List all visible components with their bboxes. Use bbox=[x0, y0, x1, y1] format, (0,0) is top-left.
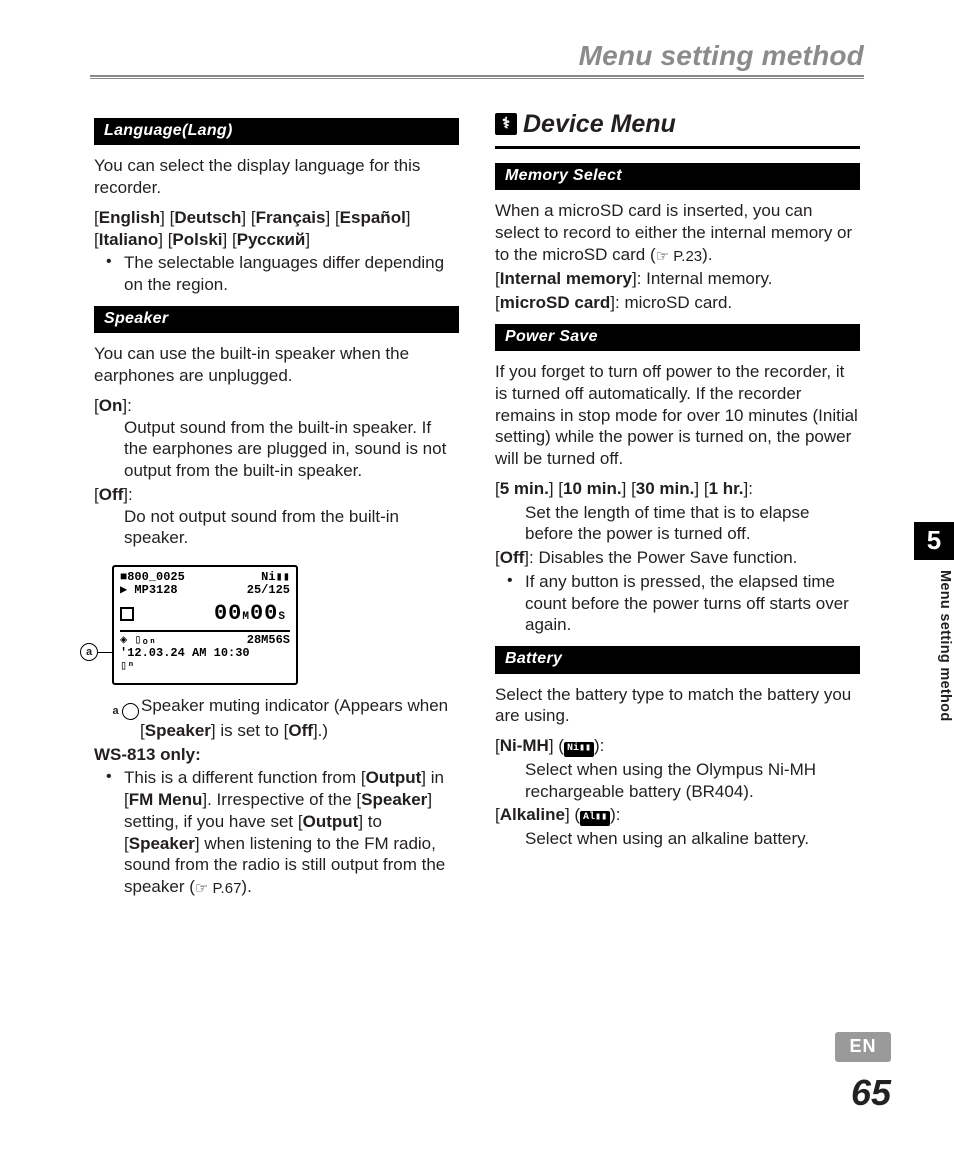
device-menu-icon: ⚕ bbox=[495, 113, 517, 135]
language-intro: You can select the display language for … bbox=[94, 155, 459, 199]
speaker-off-label: [Off]: bbox=[94, 484, 459, 506]
pointer-icon: ☞ P.67 bbox=[195, 879, 242, 898]
inline-circle-a: a bbox=[122, 703, 139, 720]
language-notes: The selectable languages differ dependin… bbox=[94, 252, 459, 296]
powersave-times: [5 min.] [10 min.] [30 min.] [1 hr.]: bbox=[495, 478, 860, 500]
section-bar-memory: Memory Select bbox=[495, 163, 860, 190]
memory-opt-sd: [microSD card]: microSD card. bbox=[495, 292, 860, 314]
chapter-tab: 5 bbox=[914, 522, 954, 560]
section-bar-powersave: Power Save bbox=[495, 324, 860, 351]
stop-icon bbox=[120, 607, 134, 621]
content-columns: Language(Lang) You can select the displa… bbox=[94, 108, 860, 906]
device-menu-heading: ⚕ Device Menu bbox=[495, 108, 860, 140]
speaker-on-label: [On]: bbox=[94, 395, 459, 417]
lcd-screen: ■800_0025 Ni▮▮ ▶ MP3128 25/125 00M00S ◈ … bbox=[112, 565, 298, 685]
callout-circle-a: a bbox=[80, 643, 98, 661]
powersave-note: If any button is pressed, the elapsed ti… bbox=[501, 571, 860, 636]
speaker-on-desc: Output sound from the built-in speaker. … bbox=[94, 417, 459, 482]
battery-nimh-desc: Select when using the Olympus Ni-MH rech… bbox=[495, 759, 860, 803]
battery-alk-icon: Al▮▮ bbox=[580, 811, 610, 826]
device-menu-title: Device Menu bbox=[523, 108, 676, 140]
lcd-datetime: '12.03.24 AM 10:30 bbox=[120, 647, 290, 660]
callout-leader-line bbox=[98, 652, 112, 653]
page-title: Menu setting method bbox=[579, 38, 864, 74]
battery-intro: Select the battery type to match the bat… bbox=[495, 684, 860, 728]
language-note: The selectable languages differ dependin… bbox=[100, 252, 459, 296]
left-column: Language(Lang) You can select the displa… bbox=[94, 108, 459, 906]
language-options: [English] [Deutsch] [Français] [Español]… bbox=[94, 207, 459, 251]
powersave-notes: If any button is pressed, the elapsed ti… bbox=[495, 571, 860, 636]
powersave-off: [Off]: Disables the Power Save function. bbox=[495, 547, 860, 569]
speaker-off-desc: Do not output sound from the built-in sp… bbox=[94, 506, 459, 550]
chapter-tab-label: Menu setting method bbox=[914, 566, 954, 766]
ws813-note: This is a different function from [Outpu… bbox=[100, 767, 459, 898]
section-bar-language: Language(Lang) bbox=[94, 118, 459, 145]
language-badge: EN bbox=[835, 1032, 891, 1062]
powersave-times-desc: Set the length of time that is to elapse… bbox=[495, 502, 860, 546]
lcd-speaker-status: ◈ ▯ₒₙ bbox=[120, 634, 156, 647]
device-menu-underline bbox=[495, 146, 860, 149]
lcd-filecount: 25/125 bbox=[247, 584, 290, 597]
header-rule bbox=[90, 75, 864, 81]
lcd-illustration: a ■800_0025 Ni▮▮ ▶ MP3128 25/125 00M00S bbox=[112, 565, 459, 685]
battery-alk-label: [Alkaline] (Al▮▮): bbox=[495, 804, 860, 826]
lcd-remaining: 28M56S bbox=[247, 634, 290, 647]
lcd-bottom: ▯ⁿ bbox=[120, 660, 290, 673]
callout-a-text: aSpeaker muting indicator (Appears when … bbox=[112, 695, 459, 741]
page-number: 65 bbox=[851, 1070, 891, 1116]
pointer-icon: ☞ P.23 bbox=[656, 247, 703, 266]
ws813-notes: This is a different function from [Outpu… bbox=[94, 767, 459, 898]
battery-nimh-label: [Ni-MH] (Ni▮▮): bbox=[495, 735, 860, 757]
lcd-format: ▶ MP3128 bbox=[120, 584, 178, 597]
memory-opt-internal: [Internal memory]: Internal memory. bbox=[495, 268, 860, 290]
lcd-callout-marker: a bbox=[80, 643, 112, 661]
battery-alk-desc: Select when using an alkaline battery. bbox=[495, 828, 860, 850]
ws813-heading: WS-813 only: bbox=[94, 744, 459, 766]
right-column: ⚕ Device Menu Memory Select When a micro… bbox=[495, 108, 860, 906]
section-bar-battery: Battery bbox=[495, 646, 860, 673]
powersave-intro: If you forget to turn off power to the r… bbox=[495, 361, 860, 470]
lcd-time: 00M00S bbox=[214, 602, 290, 626]
battery-nimh-icon: Ni▮▮ bbox=[564, 742, 594, 757]
section-bar-speaker: Speaker bbox=[94, 306, 459, 333]
speaker-intro: You can use the built-in speaker when th… bbox=[94, 343, 459, 387]
memory-intro: When a microSD card is inserted, you can… bbox=[495, 200, 860, 266]
